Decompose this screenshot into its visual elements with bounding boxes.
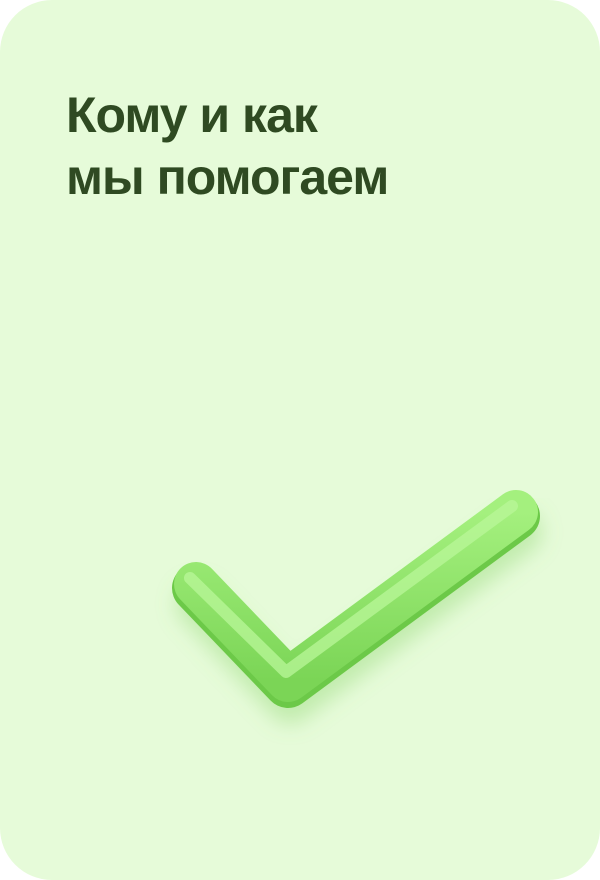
checkmark-icon [172,490,542,724]
help-card[interactable]: Кому и как мы помогаем [0,0,600,880]
